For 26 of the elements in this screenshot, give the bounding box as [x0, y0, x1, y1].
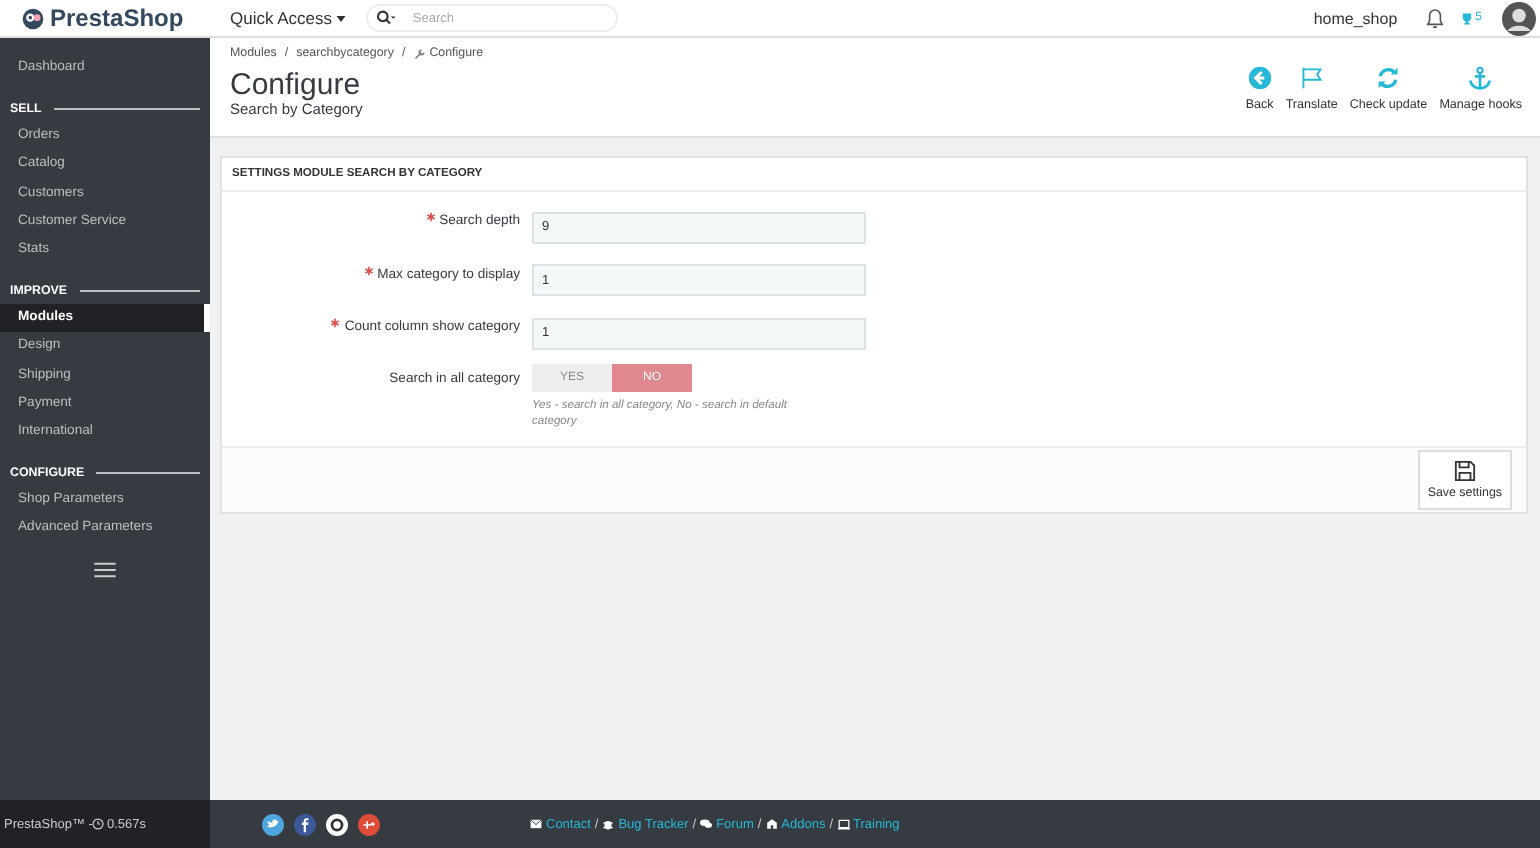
wrench-icon — [413, 47, 426, 59]
asterisk-icon — [425, 212, 436, 223]
asterisk-icon — [363, 265, 374, 276]
bird-icon[interactable] — [262, 813, 284, 835]
monitor-icon — [837, 818, 850, 830]
letter-f-icon[interactable] — [294, 813, 316, 835]
bell-icon[interactable] — [1425, 7, 1444, 29]
house-icon — [765, 818, 778, 830]
envelope-icon — [530, 818, 542, 830]
plus-icon[interactable] — [358, 813, 380, 835]
flag-icon — [1299, 66, 1324, 90]
clock-icon — [92, 818, 105, 830]
page-title: Configure — [230, 70, 363, 100]
caret-icon — [336, 16, 347, 23]
speech-bubbles-icon — [700, 818, 713, 830]
quick-access-menu[interactable]: Quick Access — [230, 8, 347, 28]
refresh-icon — [1376, 66, 1401, 90]
asterisk-icon — [330, 318, 341, 329]
search-icon — [376, 10, 397, 26]
shop-name-link[interactable]: home_shop — [1313, 9, 1398, 27]
avatar-icon[interactable] — [1502, 1, 1536, 35]
logo-text[interactable]: PrestaShop — [50, 4, 184, 32]
logo-icon — [22, 7, 44, 29]
back-arrow-icon — [1247, 66, 1272, 90]
anchor-icon — [1468, 66, 1493, 90]
menu-icon[interactable] — [94, 562, 116, 579]
